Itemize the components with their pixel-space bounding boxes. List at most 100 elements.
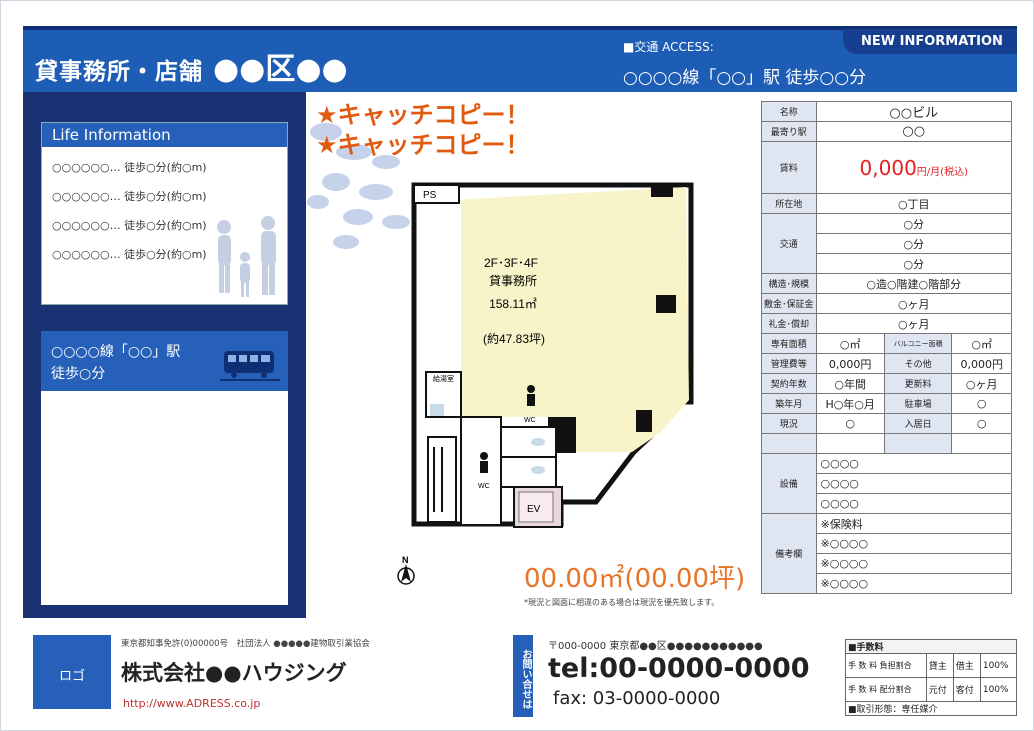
- spec-key: 敷金･保証金: [761, 293, 817, 314]
- spec-value: ○: [815, 413, 885, 434]
- company-name: 株式会社●●ハウジング: [121, 661, 347, 685]
- spec-key: 交通: [761, 213, 817, 274]
- spec-value: ○分: [815, 253, 1013, 274]
- train-icon: [220, 351, 280, 381]
- spec-value: 0,000円: [951, 353, 1012, 374]
- access-label: ■交通 ACCESS:: [623, 40, 714, 54]
- spec-key: 更新料: [883, 373, 953, 394]
- spec-value: ○: [951, 393, 1012, 414]
- spec-value: ○○ビル: [815, 101, 1013, 122]
- fee-title: ■手数料: [845, 639, 1017, 654]
- north-arrow-icon: [397, 564, 415, 585]
- spec-value: ○ヶ月: [815, 313, 1013, 334]
- spec-value: ○○○○: [815, 453, 1013, 474]
- spec-key: 契約年数: [761, 373, 817, 394]
- spec-value: ○年間: [815, 373, 885, 394]
- spec-spacer: [951, 433, 1012, 454]
- footer: ロゴ 東京都知事免許(0)00000号 社団法人 ●●●●●建物取引業協会 株式…: [23, 625, 1018, 717]
- catchcopy-line: ★キャッチコピー！: [316, 101, 530, 129]
- spec-spacer: [761, 433, 817, 454]
- spec-key: 築年月: [761, 393, 817, 414]
- catchcopy: ★キャッチコピー！ ★キャッチコピー！: [316, 100, 530, 160]
- floors-label: 2F･3F･4F: [484, 256, 538, 270]
- flyer-sheet: 貸事務所・店舗 ●●区●● ■交通 ACCESS: ○○○○線「○○」駅 徒歩○○…: [0, 0, 1034, 731]
- spec-key: 管理費等: [761, 353, 817, 374]
- rent-unit: 円/月(税込): [916, 166, 968, 178]
- kyuto-label: 給湯室: [433, 374, 454, 383]
- wc-label: WC: [478, 483, 490, 490]
- page-title: 貸事務所・店舗 ●●区●●: [35, 44, 348, 88]
- spec-value: ※○○○○: [815, 573, 1013, 594]
- catchcopy-line: ★キャッチコピー！: [316, 131, 530, 159]
- life-information-title: Life Information: [42, 123, 287, 147]
- ev-label: EV: [527, 504, 541, 515]
- spec-value: ○ヶ月: [951, 373, 1012, 394]
- floor-area-label: 158.11㎡: [489, 297, 537, 311]
- fee-rate: 100%: [979, 653, 1018, 678]
- access-box: ○○○○線「○○」駅 徒歩○分: [41, 331, 288, 605]
- logo: ロゴ: [33, 635, 111, 709]
- ward-text: ●●区●●: [213, 52, 348, 87]
- spec-value: ○ヶ月: [815, 293, 1013, 314]
- spec-value: ○丁目: [815, 193, 1013, 214]
- tel-number[interactable]: tel:00-0000-0000: [548, 653, 810, 684]
- spec-value: ○○○○: [815, 493, 1013, 514]
- fee-key: 手 数 料 配分割合: [845, 677, 927, 702]
- spec-key: 備考欄: [761, 513, 817, 594]
- spec-key: 所在地: [761, 193, 817, 214]
- access-value: ○○○○線「○○」駅 徒歩○○分: [623, 68, 867, 88]
- spec-value: ※○○○○: [815, 533, 1013, 554]
- disclaimer-note: *現況と図面に相違のある場合は現況を優先致します。: [524, 598, 720, 607]
- spec-key: 現況: [761, 413, 817, 434]
- spec-value: ○分: [815, 213, 1013, 234]
- area-price: 00.00㎡(00.00坪): [524, 564, 746, 594]
- north-label: N: [402, 555, 409, 565]
- spec-key: 設備: [761, 453, 817, 514]
- spec-key: バルコニー面積: [883, 333, 953, 354]
- header-band: 貸事務所・店舗 ●●区●● ■交通 ACCESS: ○○○○線「○○」駅 徒歩○○…: [23, 26, 1017, 92]
- spec-value: ○分: [815, 233, 1013, 254]
- fee-party: 借主: [952, 653, 981, 678]
- left-panel: Life Information ○○○○○○… 徒歩○分(約○m) ○○○○○…: [23, 92, 306, 618]
- spec-value: ○: [951, 413, 1012, 434]
- spec-key: 礼金･償却: [761, 313, 817, 334]
- spec-key: 名称: [761, 101, 817, 122]
- ps-label: PS: [423, 190, 437, 201]
- floorplan-area: PS 2F･3F･4F 貸事務所 158.11㎡ (約47.83坪) 給湯室 W…: [306, 92, 761, 618]
- spec-value: ○㎡: [951, 333, 1012, 354]
- use-label: 貸事務所: [489, 273, 537, 288]
- spec-spacer: [883, 433, 953, 454]
- spec-key: 駐車場: [883, 393, 953, 414]
- access-box-header: ○○○○線「○○」駅 徒歩○分: [41, 331, 288, 391]
- rent-value: 0,000: [859, 155, 917, 180]
- spec-key: その他: [883, 353, 953, 374]
- spec-spacer: [815, 433, 885, 454]
- spec-value: 0,000円/月(税込): [815, 141, 1013, 194]
- floorplan-drawing: PS 2F･3F･4F 貸事務所 158.11㎡ (約47.83坪) 給湯室 W…: [307, 123, 694, 585]
- fee-rate: 100%: [979, 677, 1018, 702]
- title-text: 貸事務所・店舗: [35, 59, 203, 85]
- spec-key: 専有面積: [761, 333, 817, 354]
- fax-number: fax: 03-0000-0000: [553, 688, 721, 709]
- address-text: 〒000-0000 東京都●●区●●●●●●●●●●●: [548, 641, 763, 652]
- website-link[interactable]: http://www.ADRESS.co.jp: [123, 697, 260, 710]
- spec-value: ○㎡: [815, 333, 885, 354]
- spec-value: ※○○○○: [815, 553, 1013, 574]
- fee-table: ■手数料 手 数 料 負担割合 貸主 借主 100% 手 数 料 配分割合 元付 客付 10…: [845, 639, 1018, 716]
- new-information-badge: NEW INFORMATION: [843, 29, 1017, 54]
- spec-value: ○造○階建○階部分: [815, 273, 1013, 294]
- spec-value: ○○: [815, 121, 1013, 142]
- wc-label: WC: [524, 417, 536, 424]
- fee-party: 貸主: [925, 653, 954, 678]
- spec-key: 最寄り駅: [761, 121, 817, 142]
- floor-tsubo-label: (約47.83坪): [483, 331, 545, 346]
- fee-key: 手 数 料 負担割合: [845, 653, 927, 678]
- spec-value: ○○○○: [815, 473, 1013, 494]
- spec-value: H○年○月: [815, 393, 885, 414]
- list-item: ○○○○○○… 徒歩○分(約○m): [52, 161, 207, 174]
- fee-party: 元付: [925, 677, 954, 702]
- spec-value: ※保険料: [815, 513, 1013, 534]
- property-spec-table: 名称 ○○ビル 最寄り駅 ○○ 賃料 0,000円/月(税込) 所在地 ○丁目 交通 ○分…: [761, 101, 1013, 594]
- license-text: 東京都知事免許(0)00000号 社団法人 ●●●●●建物取引業協会: [121, 639, 370, 649]
- life-information-box: Life Information ○○○○○○… 徒歩○分(約○m) ○○○○○…: [41, 122, 288, 305]
